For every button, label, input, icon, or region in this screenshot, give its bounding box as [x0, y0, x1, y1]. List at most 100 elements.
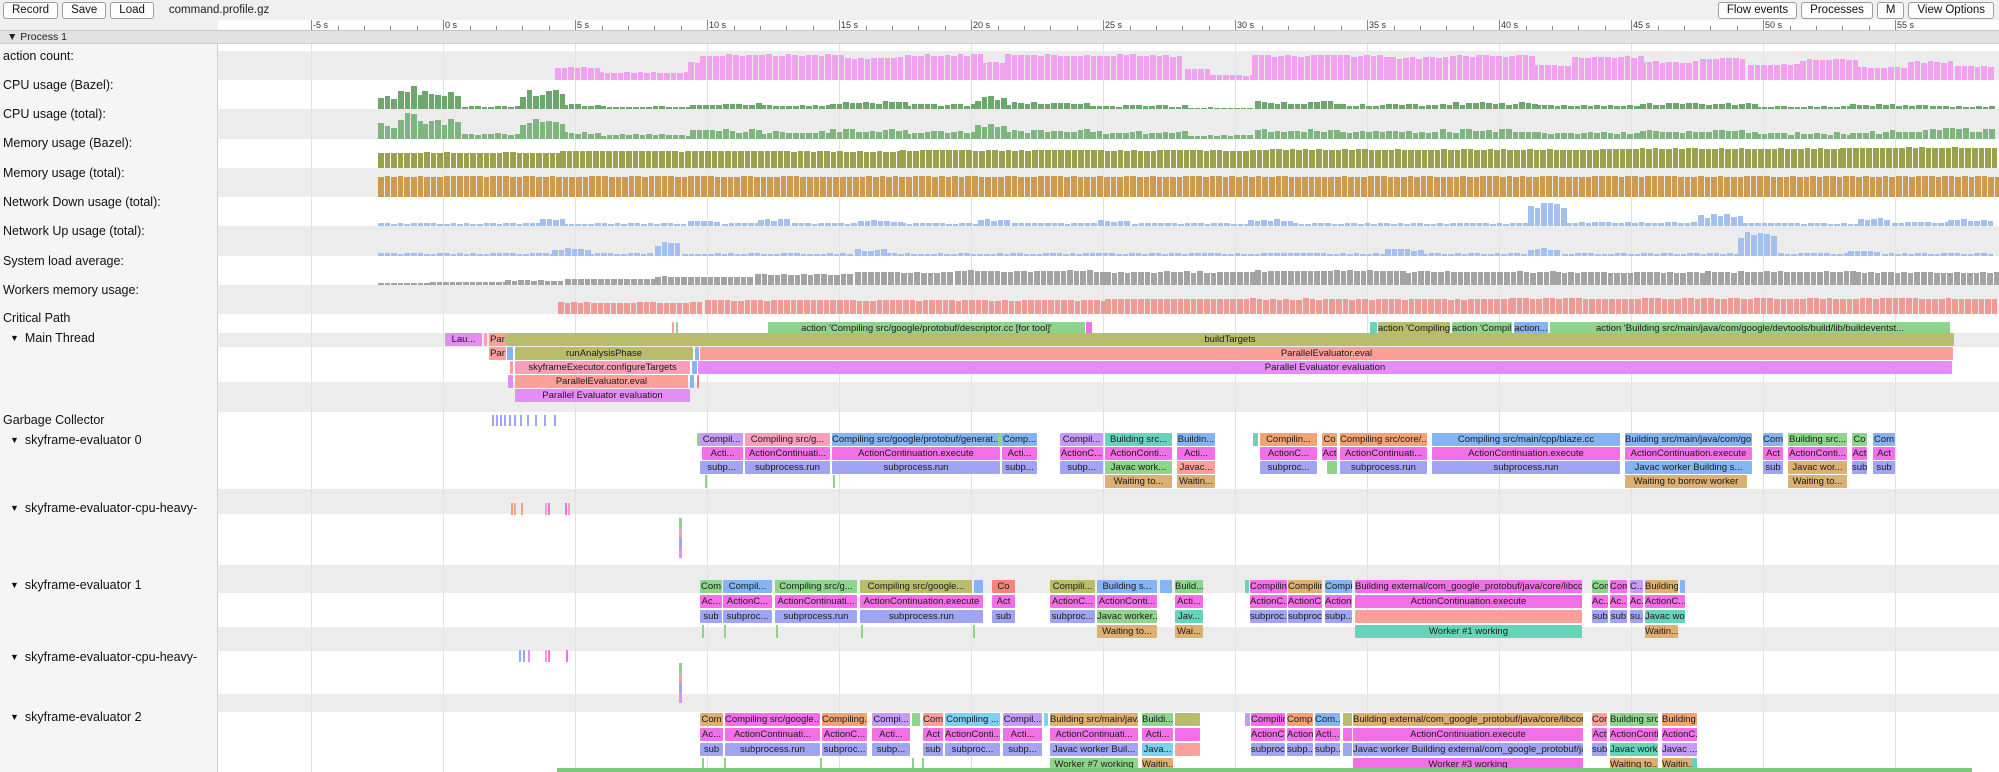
evaluator2-c-block[interactable]: Javac worker Building external/com_googl…	[1353, 743, 1583, 756]
evaluator1-b-block[interactable]: ActionC...	[1050, 595, 1095, 608]
evaluator0-a-block[interactable]: Compil...	[1060, 433, 1103, 446]
evaluator1-a-block[interactable]: Compilin...	[1288, 580, 1322, 593]
view-options-button[interactable]: View Options	[1908, 2, 1994, 19]
evaluator2-a-block[interactable]	[1245, 713, 1250, 726]
evaluator1-a-block[interactable]: Building...	[1645, 580, 1678, 593]
evaluator2-a-block[interactable]: Compiling ...	[945, 713, 1000, 726]
main-thread-2-block[interactable]: runAnalysisPhase	[515, 347, 693, 360]
evaluator0-b-block[interactable]: ActionConti...	[1105, 447, 1172, 460]
process-header[interactable]: ▼ Process 1	[0, 30, 1999, 44]
evaluator1-b-block[interactable]: Ac...	[700, 595, 722, 608]
evaluator0-c-block[interactable]: subprocess.run	[745, 461, 830, 474]
evaluator1-a-block[interactable]: Co	[992, 580, 1015, 593]
main-thread-4-block[interactable]	[690, 375, 694, 388]
evaluator0-c-block[interactable]: subprocess.run	[1340, 461, 1427, 474]
evaluator2-b-block[interactable]: ActionContinuati...	[725, 728, 820, 741]
evaluator2-b-block[interactable]: ActionContinuation.execute	[1353, 728, 1583, 741]
evaluator0-a-block[interactable]: Buildin...	[1177, 433, 1215, 446]
main-thread-1-block[interactable]: Lau...	[445, 333, 482, 346]
evaluator1-a-block[interactable]: Com	[1592, 580, 1608, 593]
load-button[interactable]: Load	[110, 2, 154, 19]
evaluator1-b-block[interactable]: ActionContinuation.execute	[860, 595, 983, 608]
evaluator1-c-block[interactable]: subprocess.run	[775, 610, 857, 623]
evaluator0-c-block[interactable]: sub	[1852, 461, 1867, 474]
evaluator0-b-block[interactable]: Act	[1322, 447, 1337, 460]
main-thread-1-block[interactable]	[484, 333, 487, 346]
evaluator0-d-block[interactable]: Waiting to...	[1105, 475, 1172, 488]
evaluator0-b-block[interactable]: Acti...	[1002, 447, 1037, 460]
evaluator0-c-block[interactable]: sub	[1763, 461, 1783, 474]
evaluator1-a-block[interactable]	[1680, 580, 1685, 593]
evaluator2-c-block[interactable]: subp...	[872, 743, 910, 756]
evaluator2-c-block[interactable]: sub	[1592, 743, 1607, 756]
evaluator2-c-block[interactable]: subp...	[1287, 743, 1313, 756]
evaluator2-b-block[interactable]: ActionC...	[1251, 728, 1285, 741]
evaluator0-b-block[interactable]: ActionC...	[1260, 447, 1317, 460]
evaluator2-a-block[interactable]: Building external/com_google_protobuf/ja…	[1353, 713, 1583, 726]
flow-events-button[interactable]: Flow events	[1718, 2, 1797, 19]
evaluator0-c-block[interactable]: subp...	[1060, 461, 1103, 474]
evaluator1-a-block[interactable]: Build...	[1175, 580, 1203, 593]
evaluator1-a-block[interactable]	[1160, 580, 1172, 593]
evaluator0-d-block[interactable]: Waiting to borrow worker	[1625, 475, 1747, 488]
track-label-skyframe-evaluator-2[interactable]: ▼skyframe-evaluator 2	[10, 710, 142, 724]
evaluator1-b-block[interactable]: Acti...	[1175, 595, 1203, 608]
evaluator2-c-block[interactable]: subproc...	[822, 743, 867, 756]
main-thread-2-block[interactable]	[695, 347, 699, 360]
evaluator1-b-block[interactable]: Ac...	[1610, 595, 1627, 608]
evaluator0-b-block[interactable]: Acti...	[1177, 447, 1215, 460]
evaluator2-c-block[interactable]: Javac worker Buil...	[1050, 743, 1138, 756]
evaluator0-a-block[interactable]: Com	[1873, 433, 1895, 446]
evaluator2-c-block[interactable]	[1343, 743, 1352, 756]
evaluator0-a-block[interactable]: Compiling src/g...	[745, 433, 830, 446]
evaluator1-b-block[interactable]: ActionC...	[1325, 595, 1352, 608]
evaluator0-c-block[interactable]: Javac worker Building s...	[1625, 461, 1752, 474]
evaluator0-c-block[interactable]: Javac work...	[1105, 461, 1172, 474]
evaluator2-c-block[interactable]: Java...	[1142, 743, 1173, 756]
evaluator1-b-block[interactable]: ActionC...	[1250, 595, 1287, 608]
main-thread-2-block[interactable]: Par	[489, 347, 506, 360]
m-button[interactable]: M	[1877, 2, 1905, 19]
evaluator2-a-block[interactable]: Com...	[1315, 713, 1340, 726]
evaluator2-b-block[interactable]: Act	[1592, 728, 1607, 741]
evaluator2-b-block[interactable]: ActionC...	[822, 728, 867, 741]
evaluator2-c-block[interactable]: sub	[700, 743, 723, 756]
evaluator2-a-block[interactable]: Compil...	[1003, 713, 1042, 726]
evaluator1-d-block[interactable]: Worker #1 working	[1355, 625, 1582, 638]
main-thread-2-block[interactable]	[507, 347, 513, 360]
evaluator2-b-block[interactable]: Act	[923, 728, 943, 741]
main-thread-3-block[interactable]: Parallel Evaluator evaluation	[698, 361, 1952, 374]
evaluator2-a-block[interactable]: Building ...	[1662, 713, 1697, 726]
evaluator2-a-block[interactable]	[912, 713, 920, 726]
evaluator0-c-block[interactable]: sub	[1873, 461, 1895, 474]
evaluator0-a-block[interactable]: Co	[1852, 433, 1867, 446]
evaluator1-b-block[interactable]: ActionConti...	[1097, 595, 1157, 608]
track-label-skyframe-evaluator-cpu-heavy[interactable]: ▼skyframe-evaluator-cpu-heavy-	[10, 501, 197, 515]
evaluator0-a-block[interactable]: Compiling src/main/cpp/blaze.cc	[1432, 433, 1620, 446]
evaluator0-c-block[interactable]: subprocess.run	[832, 461, 1000, 474]
evaluator2-c-block[interactable]: subprocess.run	[725, 743, 820, 756]
evaluator1-b-block[interactable]: ActionC...	[723, 595, 772, 608]
track-label-skyframe-evaluator-1[interactable]: ▼skyframe-evaluator 1	[10, 578, 142, 592]
evaluator0-c-block[interactable]	[1327, 461, 1337, 474]
track-label-skyframe-evaluator-0[interactable]: ▼skyframe-evaluator 0	[10, 433, 142, 447]
evaluator1-a-block[interactable]: Com	[700, 580, 722, 593]
evaluator2-a-block[interactable]: Com	[1592, 713, 1607, 726]
evaluator0-c-block[interactable]: subproc...	[1260, 461, 1317, 474]
evaluator0-a-block[interactable]: Co	[1322, 433, 1337, 446]
evaluator0-a-block[interactable]: Compiling src/core/...	[1340, 433, 1427, 446]
evaluator2-b-block[interactable]: Acti...	[1003, 728, 1042, 741]
evaluator0-b-block[interactable]: Act	[1763, 447, 1783, 460]
evaluator1-b-block[interactable]: ActionContinuati...	[775, 595, 857, 608]
main-thread-4-block[interactable]: ParallelEvaluator.eval	[515, 375, 688, 388]
evaluator1-b-block[interactable]: ActionC...	[1645, 595, 1685, 608]
evaluator2-a-block[interactable]: Compiling...	[1251, 713, 1285, 726]
evaluator1-c-block[interactable]: sub	[1592, 610, 1608, 623]
evaluator1-c-block[interactable]: su...	[1630, 610, 1643, 623]
evaluator1-a-block[interactable]: Compil...	[723, 580, 772, 593]
evaluator2-b-block[interactable]: ActionConti...	[1610, 728, 1658, 741]
evaluator0-b-block[interactable]: Act	[1852, 447, 1867, 460]
evaluator2-c-block[interactable]: subproc...	[945, 743, 1000, 756]
evaluator2-c-block[interactable]	[1175, 743, 1200, 756]
evaluator2-a-block[interactable]	[1044, 713, 1048, 726]
